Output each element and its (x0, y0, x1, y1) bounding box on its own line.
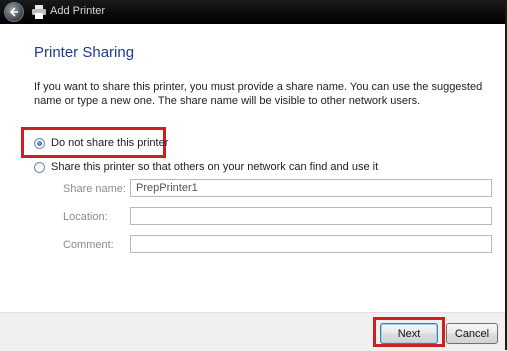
page-title: Printer Sharing (34, 44, 135, 61)
share-radio[interactable] (34, 161, 45, 173)
share-name-input[interactable] (130, 179, 492, 197)
do-not-share-option[interactable]: Do not share this printer (34, 137, 168, 149)
location-label: Location: (63, 211, 108, 223)
back-arrow-icon (9, 7, 18, 17)
next-button[interactable]: Next (380, 323, 438, 344)
share-label: Share this printer so that others on you… (51, 161, 379, 173)
comment-input[interactable] (130, 235, 492, 253)
share-option[interactable]: Share this printer so that others on you… (34, 161, 378, 173)
title-bar: Add Printer (0, 0, 507, 24)
window-title: Add Printer (50, 5, 106, 17)
comment-label: Comment: (63, 239, 114, 251)
printer-icon (32, 5, 46, 19)
back-button[interactable] (4, 2, 24, 22)
do-not-share-label: Do not share this printer (51, 137, 169, 149)
location-input[interactable] (130, 207, 492, 225)
share-name-label: Share name: (63, 183, 126, 195)
cancel-button[interactable]: Cancel (446, 323, 498, 344)
do-not-share-radio[interactable] (34, 137, 45, 149)
page-description: If you want to share this printer, you m… (34, 81, 483, 107)
